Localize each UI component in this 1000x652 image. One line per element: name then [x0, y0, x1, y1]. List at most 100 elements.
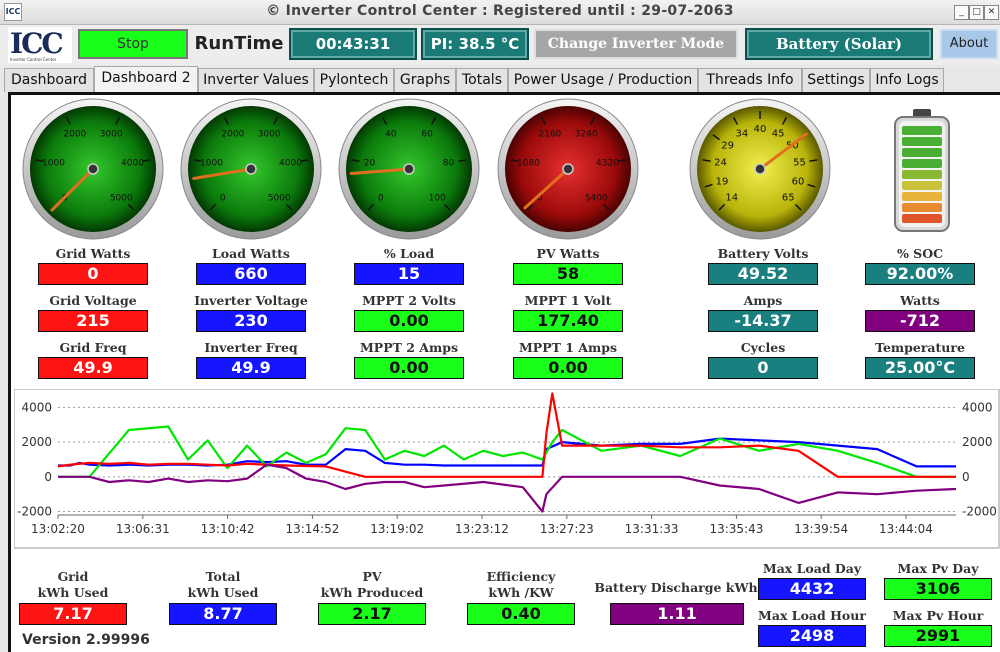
inverter-voltage-value: 230 [196, 310, 306, 332]
soc-level-bar [902, 159, 942, 168]
efficiency-value: 0.40 [467, 603, 575, 625]
logo-text: ICC [10, 27, 64, 60]
battery-volts-value: 49.52 [708, 263, 818, 285]
gauge-tick-label: 60 [792, 176, 805, 187]
pv-kwh-value: 2.17 [318, 603, 426, 625]
tab-dashboard[interactable]: Dashboard [4, 68, 94, 92]
battery-soc-icon [894, 109, 950, 232]
temperature-value: 25.00°C [865, 357, 975, 379]
maximize-icon[interactable]: □ [969, 5, 984, 20]
about-button[interactable]: About [940, 29, 998, 59]
tab-power-usage-production[interactable]: Power Usage / Production [508, 68, 698, 92]
mppt2-amps-value: 0.00 [354, 357, 464, 379]
tab-graphs[interactable]: Graphs [394, 68, 456, 92]
max-pv-hour-value: 2991 [884, 625, 992, 647]
gauge-tick-label: 3000 [258, 129, 281, 139]
load-watts-label: Load Watts [212, 246, 290, 261]
gauge-tick-label: 3000 [100, 129, 123, 139]
percent-load-gauge: 0 20 40 60 80 100 [338, 98, 480, 240]
gauge-tick-label: 5400 [585, 193, 608, 203]
mppt1-amps-value: 0.00 [513, 357, 623, 379]
gauge-tick-label: 34 [735, 128, 748, 139]
x-tick-label: 13:35:43 [709, 522, 763, 536]
soc-level-bar [902, 192, 942, 201]
close-icon[interactable]: ✕ [984, 5, 999, 20]
pv-watts-label: PV Watts [536, 246, 600, 261]
tab-totals[interactable]: Totals [456, 68, 508, 92]
grid-freq-label: Grid Freq [59, 340, 127, 355]
total-kwh-value: 8.77 [169, 603, 277, 625]
pv-watts-value: 58 [513, 263, 623, 285]
tab-inverter-values[interactable]: Inverter Values [198, 68, 314, 92]
y-tick-label-right: 0 [962, 470, 970, 484]
x-tick-label: 13:19:02 [370, 522, 424, 536]
grid-watts-gauge: 010002000300040005000 [22, 98, 164, 240]
gauge-tick-label: 5000 [110, 193, 133, 203]
gauge-tick-label: 100 [429, 193, 446, 203]
grid-kwh-label-line2: kWh Used [37, 585, 109, 600]
runtime-value: 00:43:31 [289, 28, 417, 60]
minimize-icon[interactable]: _ [954, 5, 969, 20]
x-tick-label: 13:02:20 [31, 522, 85, 536]
battery-volts-label: Battery Volts [717, 246, 809, 261]
soc-value: 92.00% [865, 263, 975, 285]
x-tick-label: 13:31:33 [625, 522, 679, 536]
gauge-tick-label: 2000 [63, 129, 86, 139]
y-tick-label-right: 2000 [962, 435, 993, 449]
gauge-tick-label: 40 [754, 124, 767, 135]
tab-threads-info[interactable]: Threads Info [698, 68, 802, 92]
max-load-day-value: 4432 [758, 578, 866, 600]
gauge-tick-label: 24 [714, 158, 727, 169]
y-tick-label-right: 4000 [962, 400, 993, 414]
amps-label: Amps [743, 293, 783, 308]
mppt2-volts-label: MPPT 2 Volts [362, 293, 456, 308]
pct-load-label: % Load [383, 246, 435, 261]
grid-kwh-label-line1: Grid [57, 569, 89, 584]
window-title: © Inverter Control Center : Registered u… [266, 3, 734, 19]
inverter-freq-value: 49.9 [196, 357, 306, 379]
gauge-tick-label: 55 [793, 158, 806, 169]
watts-label: Watts [900, 293, 940, 308]
gauge-tick-label: 19 [716, 176, 729, 187]
max-load-day-label: Max Load Day [762, 561, 862, 576]
gauge-tick-label: 4320 [596, 159, 619, 169]
stop-button[interactable]: Stop [78, 29, 188, 59]
pv-kwh-label-line1: PV [362, 569, 382, 584]
grid-freq-value: 49.9 [38, 357, 148, 379]
soc-level-bar [902, 214, 942, 223]
max-pv-day-value: 3106 [884, 578, 992, 600]
change-inverter-mode-button[interactable]: Change Inverter Mode [534, 29, 738, 59]
power-chart: 4000 4000 2000 2000 0 0 -2000 -2000 13:02:20 13:0… [14, 389, 1000, 549]
soc-level-bar [902, 148, 942, 157]
tab-info-logs[interactable]: Info Logs [870, 68, 944, 92]
grid-watts-value: 0 [38, 263, 148, 285]
soc-level-bar [902, 137, 942, 146]
gauge-tick-label: 0 [378, 193, 384, 203]
gauge-tick-label: 4000 [121, 159, 144, 169]
y-tick-label: 0 [44, 470, 52, 484]
tab-dashboard-2[interactable]: Dashboard 2 [94, 66, 198, 93]
soc-level-bar [902, 126, 942, 135]
gauge-tick-label: 1080 [517, 159, 540, 169]
tab-settings[interactable]: Settings [802, 68, 870, 92]
y-tick-label: -2000 [17, 505, 52, 519]
battery-volts-gauge: 1419242934404550556065 [689, 98, 831, 240]
title-bar: ICC © Inverter Control Center : Register… [0, 0, 1000, 25]
gauge-tick-label: 1000 [42, 159, 65, 169]
x-tick-label: 13:44:04 [879, 522, 933, 536]
tab-pylontech[interactable]: Pylontech [314, 68, 394, 92]
gauge-tick-label: 60 [421, 129, 433, 139]
load-watts-gauge: 0 1000 2000 3000 4000 5000 [180, 98, 322, 240]
grid-watts-label: Grid Watts [55, 246, 131, 261]
mppt1-volt-label: MPPT 1 Volt [524, 293, 612, 308]
watts-value: -712 [865, 310, 975, 332]
pi-temperature: PI: 38.5 °C [421, 28, 529, 60]
logo-subtitle: Inverter Control Center [10, 57, 57, 62]
cycles-value: 0 [708, 357, 818, 379]
mppt1-volt-value: 177.40 [513, 310, 623, 332]
pct-load-value: 15 [354, 263, 464, 285]
version-label: Version 2.99996 [22, 632, 150, 648]
gauge-row: 0 1000 2000 3000 4000 5000 0 1000 2000 3000 4000 50… [22, 98, 950, 240]
pv-watts-gauge: 010802160 324043205400 [497, 98, 639, 240]
mppt1-amps-label: MPPT 1 Amps [518, 340, 618, 355]
